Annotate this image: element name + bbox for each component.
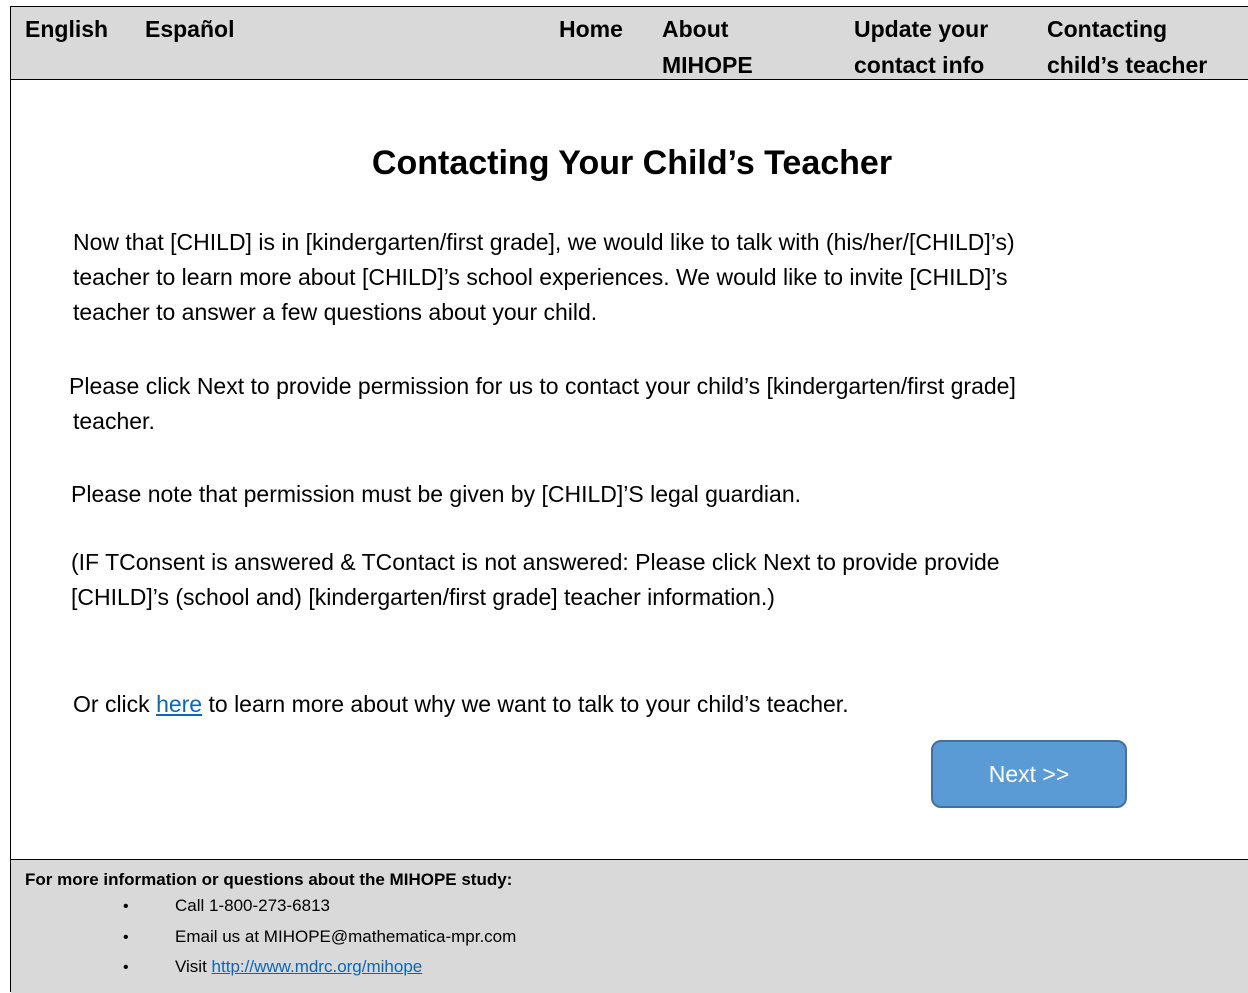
footer-visit-prefix: Visit (175, 957, 212, 976)
intro-line-3: teacher to answer a few questions about … (73, 299, 598, 325)
permission-line-2: teacher. (73, 408, 155, 434)
nav-contacting-teacher-link[interactable]: Contacting child’s teacher (1047, 11, 1207, 83)
nav-update-line1: Update your (854, 16, 989, 42)
nav-contacting-line1: Contacting (1047, 16, 1168, 42)
learn-more-prefix: Or click (73, 691, 157, 717)
bullet-icon: • (123, 929, 129, 946)
page-frame: English Español Home About MIHOPE Update… (10, 6, 1248, 993)
footer-visit-item: • Visit http://www.mdrc.org/mihope (123, 955, 422, 980)
next-button[interactable]: Next >> (931, 740, 1127, 808)
learn-more-suffix: to learn more about why we want to talk … (202, 691, 849, 717)
nav-contacting-line2: child’s teacher (1047, 52, 1208, 78)
nav-home-link[interactable]: Home (559, 11, 623, 47)
learn-more-paragraph: Or click here to learn more about why we… (73, 687, 1223, 722)
bullet-icon: • (123, 959, 129, 976)
nav-update-contact-link[interactable]: Update your contact info (854, 11, 988, 83)
footer-call-item: • Call 1-800-273-6813 (123, 894, 330, 919)
mdrc-website-link[interactable]: http://www.mdrc.org/mihope (212, 957, 423, 976)
nav-update-line2: contact info (854, 52, 985, 78)
footer-email-text: Email us at MIHOPE@mathematica-mpr.com (175, 927, 517, 946)
top-navigation: English Español Home About MIHOPE Update… (11, 7, 1248, 80)
footer-call-text: Call 1-800-273-6813 (175, 896, 330, 915)
intro-paragraph: Now that [CHILD] is in [kindergarten/fir… (73, 225, 1223, 330)
permission-paragraph: Please click Next to provide permission … (69, 369, 1219, 439)
footer-heading: For more information or questions about … (25, 870, 513, 889)
footer: For more information or questions about … (11, 859, 1248, 993)
page-title: Contacting Your Child’s Teacher (371, 144, 893, 182)
nav-espanol-link[interactable]: Español (145, 11, 234, 47)
intro-line-1: Now that [CHILD] is in [kindergarten/fir… (73, 229, 1015, 255)
intro-line-2: teacher to learn more about [CHILD]’s sc… (73, 264, 1008, 290)
guardian-note: Please note that permission must be give… (71, 481, 802, 507)
bullet-icon: • (123, 898, 129, 915)
conditional-line-1: (IF TConsent is answered & TContact is n… (71, 549, 1000, 575)
here-link[interactable]: here (156, 691, 202, 717)
nav-about-line1: About (662, 16, 729, 42)
conditional-line-2: [CHILD]’s (school and) [kindergarten/fir… (71, 584, 775, 610)
nav-about-line2: MIHOPE (662, 52, 753, 78)
nav-english-link[interactable]: English (25, 11, 108, 47)
footer-email-item: • Email us at MIHOPE@mathematica-mpr.com (123, 925, 516, 950)
conditional-note: (IF TConsent is answered & TContact is n… (71, 545, 1221, 615)
permission-line-1: Please click Next to provide permission … (69, 373, 1016, 399)
nav-about-mihope-link[interactable]: About MIHOPE (662, 11, 753, 83)
